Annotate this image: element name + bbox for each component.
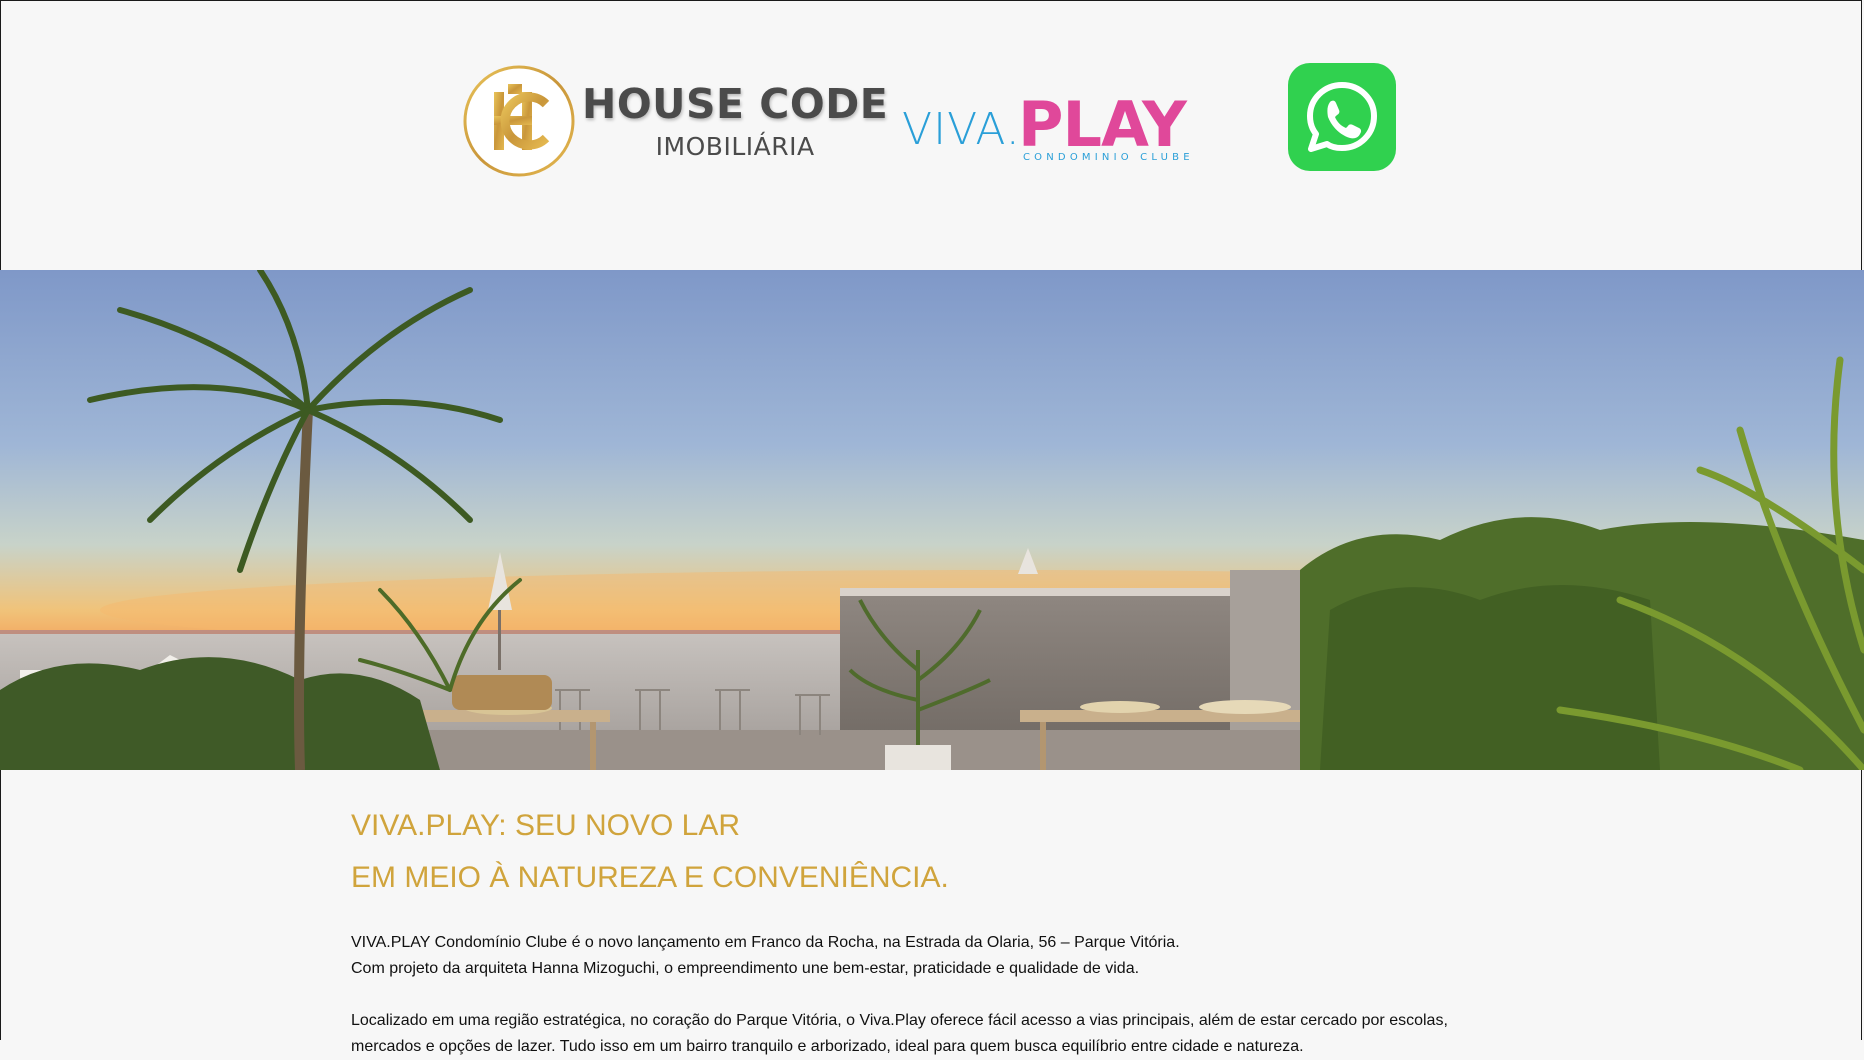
hero-image (0, 270, 1864, 770)
headline-line-1: VIVA.PLAY: SEU NOVO LAR (351, 809, 741, 842)
house-code-emblem (463, 65, 575, 177)
viva-play-subtitle: CONDOMINIO CLUBE (1023, 152, 1194, 163)
paragraph-2-line-1: Localizado em uma região estratégica, no… (351, 1012, 1448, 1029)
house-code-subtitle: IMOBILIÁRIA (655, 131, 815, 161)
viva-play-viva: VIVA. (902, 104, 1021, 155)
house-code-title: HOUSE CODE (582, 79, 889, 128)
viva-play-logo[interactable]: VIVA. PLAY CONDOMINIO CLUBE (902, 80, 1202, 166)
whatsapp-icon (1307, 82, 1377, 152)
house-code-logo[interactable]: HOUSE CODE IMOBILIÁRIA (462, 64, 888, 178)
page-headline: VIVA.PLAY: SEU NOVO LAR EM MEIO À NATURE… (351, 800, 1531, 904)
paragraph-1-line-1: VIVA.PLAY Condomínio Clube é o novo lanç… (351, 934, 1180, 951)
headline-line-2: EM MEIO À NATUREZA E CONVENIÊNCIA. (351, 861, 949, 894)
whatsapp-button[interactable] (1288, 63, 1396, 171)
paragraph-1-line-2: Com projeto da arquiteta Hanna Mizoguchi… (351, 960, 1140, 977)
main-content: VIVA.PLAY: SEU NOVO LAR EM MEIO À NATURE… (351, 800, 1531, 1060)
site-header: HOUSE CODE IMOBILIÁRIA VIVA. PLAY CONDOM… (0, 0, 1864, 270)
paragraph-2-line-2: mercados e opções de lazer. Tudo isso em… (351, 1038, 1304, 1055)
viva-play-play: PLAY (1018, 88, 1187, 161)
intro-text: VIVA.PLAY Condomínio Clube é o novo lanç… (351, 930, 1531, 1060)
